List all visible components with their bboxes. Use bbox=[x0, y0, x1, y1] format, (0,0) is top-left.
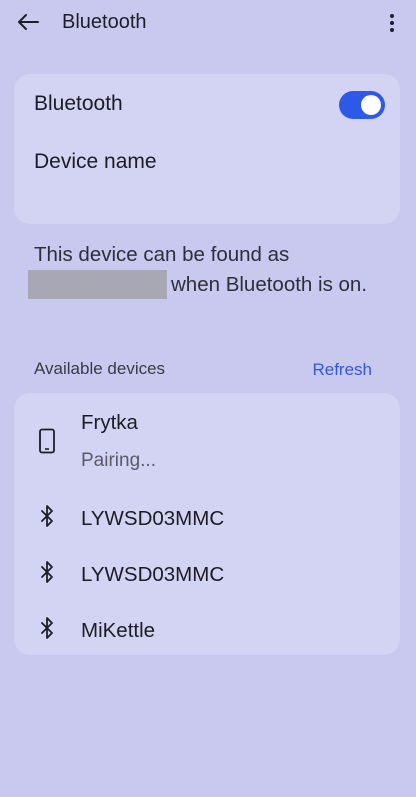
top-app-bar: Bluetooth bbox=[0, 0, 416, 46]
device-item-lywsd03mmc-2[interactable]: LYWSD03MMC bbox=[14, 553, 400, 599]
bluetooth-icon bbox=[36, 559, 58, 585]
device-name: LYWSD03MMC bbox=[81, 563, 225, 586]
device-item-frytka[interactable]: Frytka Pairing... bbox=[14, 407, 400, 479]
info-suffix: when Bluetooth is on. bbox=[171, 273, 368, 296]
available-devices-heading: Available devices bbox=[34, 359, 166, 378]
more-vert-icon bbox=[390, 14, 394, 32]
device-status: Pairing... bbox=[81, 450, 156, 471]
more-options-button[interactable] bbox=[382, 10, 402, 36]
visibility-info: This device can be found as when Bluetoo… bbox=[28, 240, 374, 300]
device-name-row[interactable]: Device name bbox=[34, 150, 157, 174]
device-name: Frytka bbox=[81, 411, 138, 434]
device-item-mikettle[interactable]: MiKettle bbox=[14, 609, 400, 655]
bluetooth-icon bbox=[36, 615, 58, 641]
arrow-left-icon bbox=[18, 14, 39, 30]
bluetooth-toggle-switch[interactable] bbox=[339, 91, 385, 119]
device-name: MiKettle bbox=[81, 619, 156, 642]
phone-icon bbox=[36, 428, 58, 454]
page-title: Bluetooth bbox=[62, 11, 147, 33]
back-button[interactable] bbox=[12, 8, 44, 36]
toggle-knob bbox=[361, 95, 381, 115]
info-prefix: This device can be found as bbox=[34, 243, 290, 266]
available-devices-list: Frytka Pairing... LYWSD03MMC LYWSD03MMC … bbox=[14, 393, 400, 655]
bluetooth-toggle-label: Bluetooth bbox=[34, 92, 123, 115]
device-item-lywsd03mmc-1[interactable]: LYWSD03MMC bbox=[14, 497, 400, 543]
redacted-device-name bbox=[28, 270, 167, 299]
bluetooth-icon bbox=[36, 503, 58, 529]
device-name: LYWSD03MMC bbox=[81, 507, 225, 530]
refresh-button[interactable]: Refresh bbox=[312, 360, 372, 380]
bluetooth-settings-card: Bluetooth Device name bbox=[14, 74, 400, 224]
